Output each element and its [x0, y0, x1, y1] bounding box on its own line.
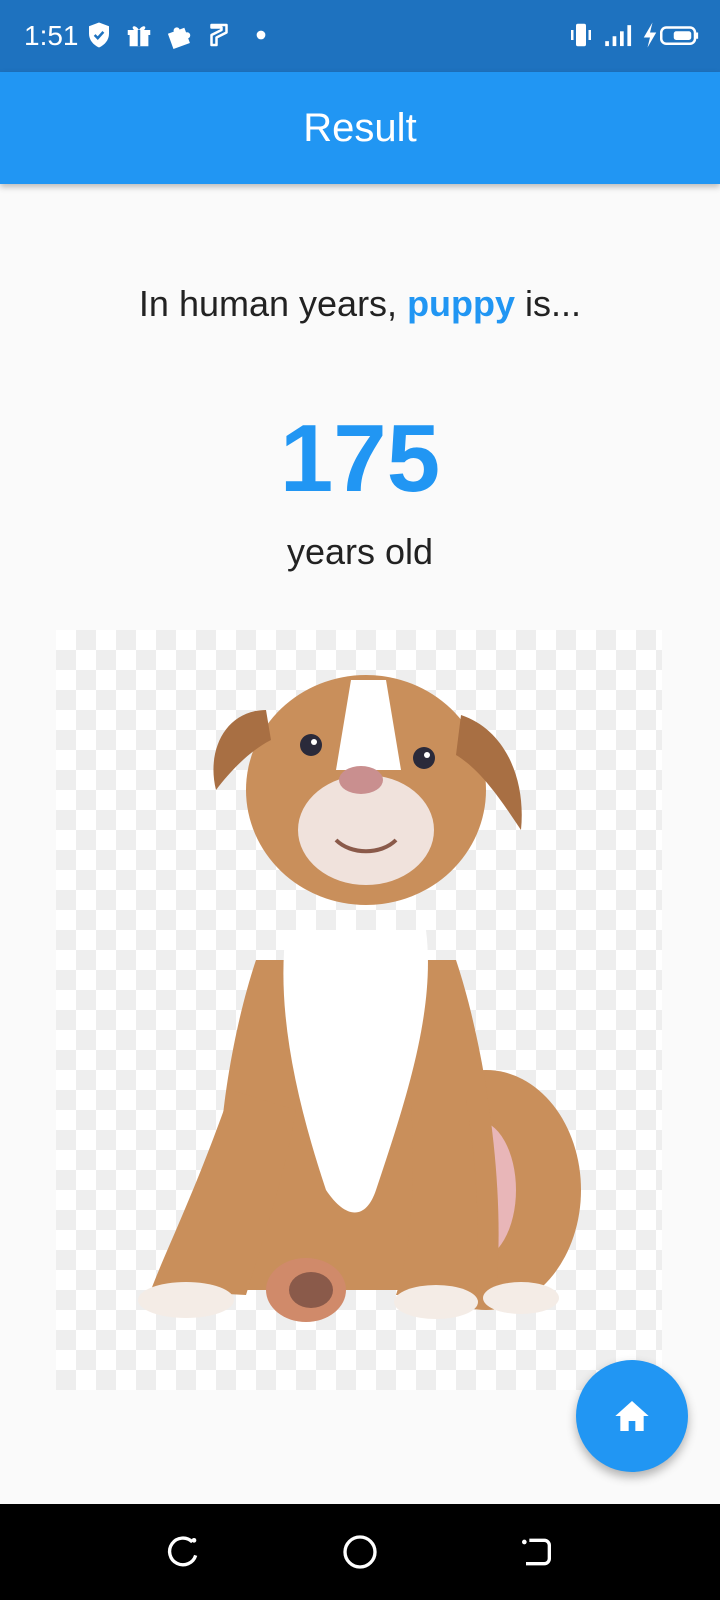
- back-icon[interactable]: [516, 1532, 556, 1572]
- puppy-photo: [56, 630, 662, 1390]
- status-time: 1:51: [24, 20, 79, 51]
- human-age-value: 175: [279, 405, 441, 512]
- gift-icon: [124, 20, 154, 50]
- vibrate-icon: [566, 20, 596, 50]
- home-icon: [615, 1401, 649, 1431]
- dot-icon: [246, 20, 276, 50]
- battery-icon: [660, 20, 700, 50]
- puzzle-icon: [164, 20, 194, 50]
- signal-icon: [604, 20, 634, 50]
- pet-name: puppy: [407, 283, 516, 324]
- home-button[interactable]: [576, 1360, 688, 1472]
- app-icon: [204, 20, 234, 50]
- shield-icon: [84, 20, 114, 50]
- recent-apps-icon[interactable]: [164, 1532, 204, 1572]
- home-circle-icon[interactable]: [340, 1532, 380, 1572]
- page-title: Result: [303, 106, 417, 150]
- status-bar: 1:51: [0, 0, 720, 72]
- intro-suffix: is...: [515, 283, 582, 324]
- system-nav-bar: [0, 1504, 720, 1600]
- result-intro: In human years, puppy is...: [0, 282, 720, 326]
- puppy-illustration: [138, 675, 581, 1322]
- intro-prefix: In human years,: [138, 283, 408, 324]
- human-age-unit: years old: [286, 531, 434, 572]
- app-bar: Result: [0, 72, 720, 184]
